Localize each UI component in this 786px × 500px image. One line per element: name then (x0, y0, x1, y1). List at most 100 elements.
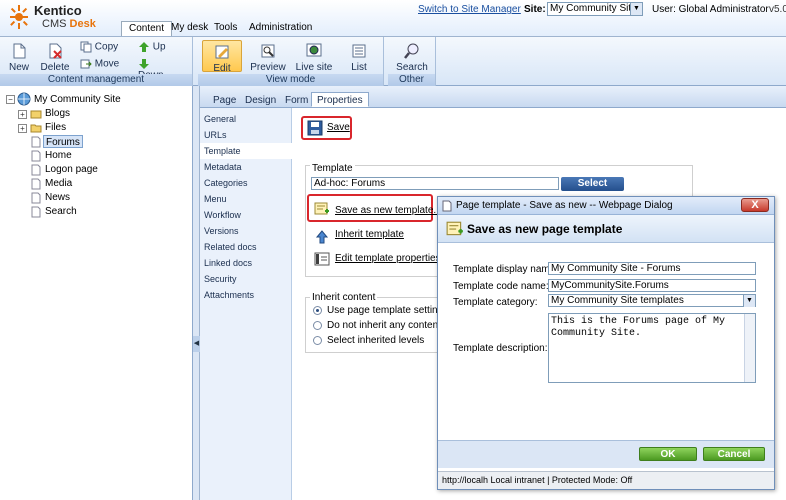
tree-item-blogs[interactable]: Blogs (45, 107, 70, 120)
nav-security[interactable]: Security (200, 271, 292, 287)
nav-metadata[interactable]: Metadata (200, 159, 292, 175)
nav-menu[interactable]: Menu (200, 191, 292, 207)
field-label-description: Template description: (453, 343, 548, 354)
tab-administration[interactable]: Administration (242, 21, 319, 36)
save-as-template-icon (446, 221, 463, 236)
save-icon[interactable] (307, 120, 323, 136)
tree-item-logon-page[interactable]: Logon page (45, 163, 98, 176)
page-icon (31, 164, 41, 176)
ribbon-group-content-management: New Delete Copy Move Up Down Content man… (0, 37, 193, 86)
move-button[interactable]: Move (80, 58, 120, 70)
save-as-template-icon (314, 202, 329, 215)
tree-item-home[interactable]: Home (45, 149, 72, 162)
copy-button[interactable]: Copy (80, 41, 120, 53)
close-button[interactable]: X (741, 198, 769, 212)
inherit-template-icon (315, 230, 329, 244)
preview-icon (261, 44, 275, 58)
inherit-content-legend: Inherit content (310, 292, 378, 303)
tree-item-search[interactable]: Search (45, 205, 77, 218)
ribbon-group-caption: Content management (0, 74, 192, 86)
tree-expander[interactable]: − (6, 95, 15, 104)
move-icon (80, 59, 92, 69)
tab-tools[interactable]: Tools (207, 21, 244, 36)
select-template-button[interactable]: Select (561, 177, 624, 191)
dialog-heading: Save as new page template (467, 222, 623, 236)
nav-general[interactable]: General (200, 111, 292, 127)
tree-item-media[interactable]: Media (45, 177, 72, 190)
tree-expander[interactable]: + (18, 124, 27, 133)
radio-label: Use page template settings (327, 305, 449, 316)
page-icon (31, 192, 41, 204)
radio-label: Do not inherit any content (327, 320, 441, 331)
new-button[interactable]: New (6, 42, 32, 73)
ribbon-group-view-mode: Edit Preview Live site List View mode (198, 37, 384, 86)
search-button[interactable]: Search (392, 42, 432, 73)
ok-button[interactable]: OK (639, 447, 697, 461)
nav-attachments[interactable]: Attachments (200, 287, 292, 303)
delete-icon (49, 43, 62, 59)
edit-button[interactable]: Edit (202, 40, 242, 74)
dialog-title: Page template - Save as new -- Webpage D… (456, 200, 673, 211)
page-icon (442, 200, 452, 212)
nav-template[interactable]: Template (200, 143, 293, 159)
delete-button[interactable]: Delete (38, 42, 72, 73)
logo-text: Kentico (34, 3, 82, 18)
version-label: v5.0. (769, 4, 786, 15)
chevron-down-icon[interactable]: ▼ (743, 295, 755, 307)
cancel-button[interactable]: Cancel (703, 447, 765, 461)
kentico-logo-icon (10, 5, 28, 29)
up-button[interactable]: Up (138, 41, 178, 53)
template-description-textarea[interactable]: This is the Forums page of My Community … (548, 313, 756, 383)
tree-expander[interactable]: + (18, 110, 27, 119)
radio-do-not-inherit[interactable] (313, 321, 322, 330)
switch-to-site-manager-link[interactable]: Switch to Site Manager (418, 4, 521, 15)
field-label-code-name: Template code name: (453, 281, 549, 292)
tab-page[interactable]: Page (208, 93, 241, 108)
textarea-scrollbar[interactable] (744, 314, 755, 382)
edit-template-properties-link[interactable]: Edit template properties (335, 253, 441, 264)
collapse-arrow-icon[interactable]: ◀ (193, 336, 200, 352)
close-icon: X (751, 199, 759, 211)
nav-categories[interactable]: Categories (200, 175, 292, 191)
template-category-select[interactable]: My Community Site templates (548, 294, 756, 307)
tree-item-forums[interactable]: Forums (43, 135, 83, 148)
chevron-down-icon: ▼ (630, 3, 642, 15)
live-site-button[interactable]: Live site (292, 42, 336, 73)
tree-root[interactable]: My Community Site (34, 93, 121, 106)
tree-item-news[interactable]: News (45, 191, 70, 204)
copy-icon (80, 41, 92, 53)
radio-select-inherited-levels[interactable] (313, 336, 322, 345)
page-icon (31, 206, 41, 218)
nav-urls[interactable]: URLs (200, 127, 292, 143)
template-code-name-input[interactable]: MyCommunitySite.Forums (548, 279, 756, 292)
save-button[interactable]: Save (327, 122, 350, 133)
radio-use-page-template-settings[interactable] (313, 306, 322, 315)
nav-workflow[interactable]: Workflow (200, 207, 292, 223)
template-legend: Template (310, 163, 355, 174)
save-as-new-template-link[interactable]: Save as new template... (335, 205, 442, 216)
ribbon-group-other: Search Other (388, 37, 436, 86)
edit-icon (215, 45, 229, 59)
list-button[interactable]: List (344, 42, 374, 73)
site-label: Site: (524, 4, 546, 15)
document-tabs: Page Design Form Properties (200, 86, 786, 108)
page-icon (31, 136, 41, 148)
inherit-template-link[interactable]: Inherit template (335, 229, 404, 240)
nav-versions[interactable]: Versions (200, 223, 292, 239)
tab-properties[interactable]: Properties (311, 92, 369, 107)
pane-splitter[interactable] (193, 86, 200, 500)
preview-button[interactable]: Preview (248, 42, 288, 73)
nav-linked-docs[interactable]: Linked docs (200, 255, 292, 271)
page-icon (31, 150, 41, 162)
list-icon (352, 44, 366, 58)
field-label-display-name: Template display name: (453, 264, 559, 275)
tab-design[interactable]: Design (240, 93, 281, 108)
properties-nav: General URLs Template Metadata Categorie… (200, 108, 293, 500)
template-display-name-input[interactable]: My Community Site - Forums (548, 262, 756, 275)
site-select[interactable]: My Community Site ▼ (547, 2, 643, 16)
folder-icon (30, 124, 42, 133)
ribbon-group-caption: Other (388, 74, 435, 86)
tree-item-files[interactable]: Files (45, 121, 66, 134)
nav-related-docs[interactable]: Related docs (200, 239, 292, 255)
tab-form[interactable]: Form (280, 93, 313, 108)
